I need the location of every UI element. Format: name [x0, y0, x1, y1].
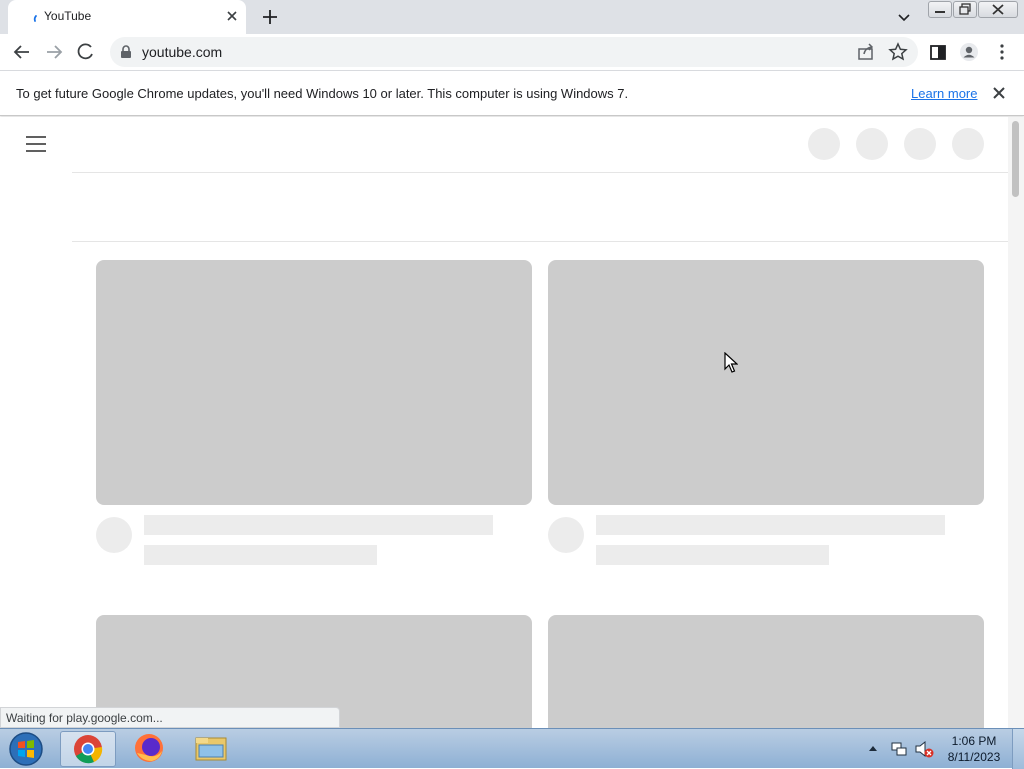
tab-title: YouTube — [44, 9, 92, 23]
lock-icon[interactable] — [120, 45, 132, 59]
tab-search-chevron-icon[interactable] — [896, 9, 912, 25]
windows-taskbar: 1:06 PM 8/11/2023 — [0, 728, 1024, 769]
channel-avatar-placeholder — [548, 517, 584, 553]
infobar-message: To get future Google Chrome updates, you… — [16, 86, 629, 101]
window-close-button[interactable] — [978, 1, 1018, 18]
video-thumbnail-placeholder — [548, 260, 984, 505]
taskbar-firefox-button[interactable] — [122, 731, 178, 767]
volume-muted-icon[interactable] — [914, 740, 934, 758]
bookmark-star-icon[interactable] — [888, 42, 908, 62]
file-explorer-icon — [195, 737, 227, 761]
header-divider — [72, 172, 1008, 173]
show-desktop-button[interactable] — [1012, 729, 1024, 769]
close-icon — [992, 4, 1004, 15]
title-placeholder — [596, 515, 945, 535]
channel-avatar-placeholder — [96, 517, 132, 553]
chrome-icon — [74, 735, 103, 764]
meta-placeholder — [144, 545, 377, 565]
youtube-page — [0, 117, 1008, 728]
minimize-icon — [935, 11, 945, 13]
header-placeholder-circle — [856, 128, 888, 160]
address-bar[interactable]: youtube.com — [110, 37, 918, 67]
system-clock[interactable]: 1:06 PM 8/11/2023 — [940, 733, 1008, 765]
tab-strip: YouTube — [0, 0, 1024, 34]
tab-close-icon[interactable] — [224, 8, 240, 24]
status-bubble: Waiting for play.google.com... — [0, 707, 340, 728]
stop-loading-icon[interactable] — [76, 42, 96, 62]
header-placeholder-circle — [904, 128, 936, 160]
firefox-icon — [135, 734, 163, 762]
show-hidden-icons-icon[interactable] — [868, 744, 878, 752]
profile-avatar-icon[interactable] — [959, 42, 979, 62]
hamburger-menu-icon[interactable] — [26, 136, 46, 152]
share-icon[interactable] — [856, 42, 876, 62]
taskbar-explorer-button[interactable] — [184, 731, 240, 767]
scrollbar-thumb[interactable] — [1012, 121, 1019, 197]
header-placeholder-circle — [952, 128, 984, 160]
browser-toolbar: youtube.com — [0, 34, 1024, 71]
video-thumbnail-placeholder — [548, 615, 984, 728]
update-infobar: To get future Google Chrome updates, you… — [0, 71, 1024, 116]
forward-arrow-icon[interactable] — [44, 42, 64, 62]
infobar-close-icon[interactable] — [992, 86, 1006, 100]
taskbar-chrome-button[interactable] — [60, 731, 116, 767]
window-restore-button[interactable] — [953, 1, 977, 18]
title-placeholder — [144, 515, 493, 535]
clock-date: 8/11/2023 — [947, 750, 1001, 764]
page-scrollbar[interactable] — [1008, 117, 1024, 728]
tab-youtube[interactable]: YouTube — [8, 0, 246, 34]
meta-placeholder — [596, 545, 829, 565]
new-tab-icon[interactable] — [260, 7, 280, 27]
start-orb-icon[interactable] — [6, 731, 46, 767]
mouse-cursor-icon — [724, 352, 738, 373]
video-thumbnail-placeholder — [96, 260, 532, 505]
side-panel-icon[interactable] — [928, 42, 948, 62]
learn-more-link[interactable]: Learn more — [911, 86, 977, 101]
chips-divider — [72, 241, 1008, 242]
restore-icon — [959, 3, 971, 15]
url-text[interactable]: youtube.com — [142, 44, 222, 60]
network-icon[interactable] — [890, 740, 908, 758]
status-text: Waiting for play.google.com... — [6, 711, 163, 725]
window-minimize-button[interactable] — [928, 1, 952, 18]
menu-kebab-icon[interactable] — [992, 42, 1012, 62]
clock-time: 1:06 PM — [951, 734, 997, 748]
back-arrow-icon[interactable] — [12, 42, 32, 62]
header-placeholder-circle — [808, 128, 840, 160]
